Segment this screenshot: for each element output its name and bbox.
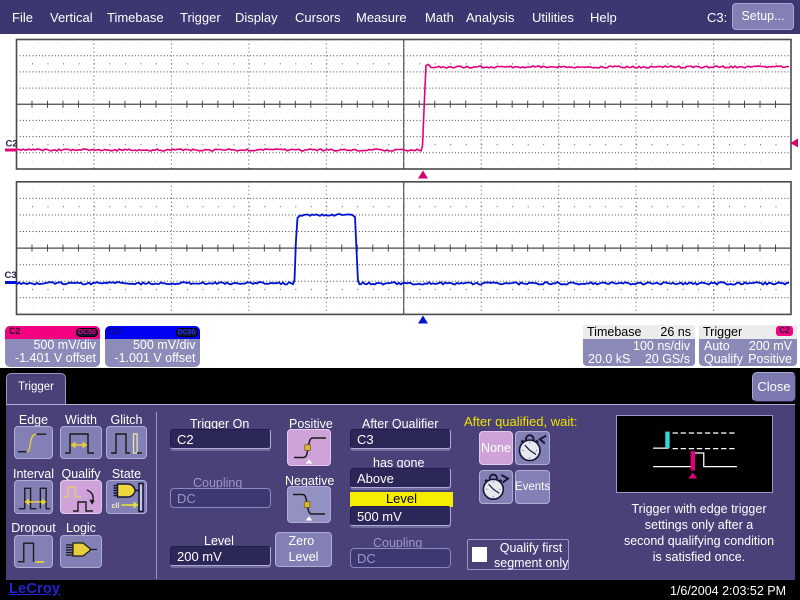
svg-text:cll: cll	[111, 503, 119, 510]
svg-text:C2: C2	[6, 139, 18, 150]
svg-text:C3: C3	[5, 270, 17, 281]
